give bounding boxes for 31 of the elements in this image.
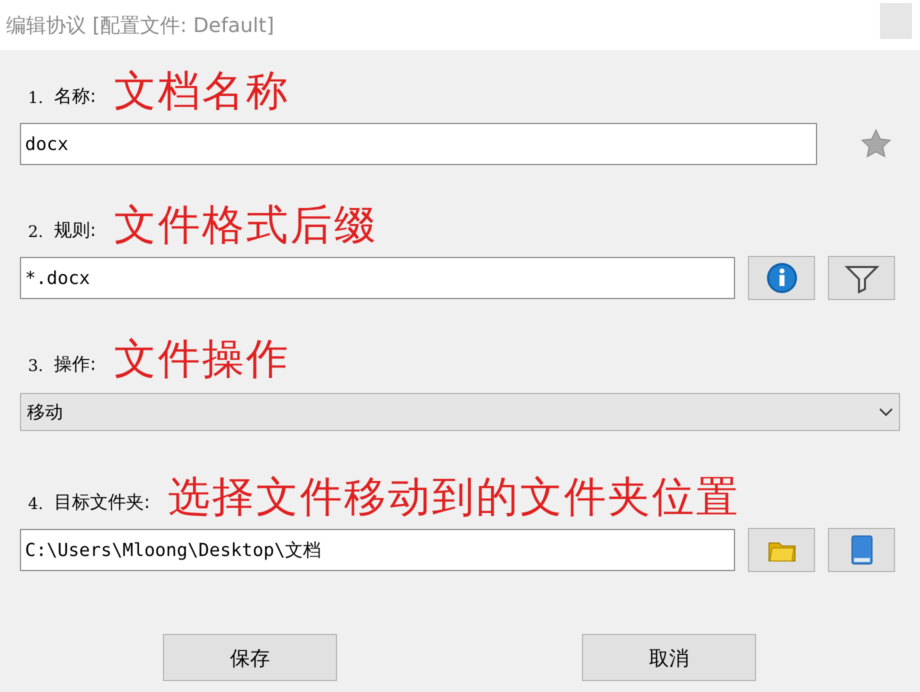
section-number: 3.: [28, 355, 44, 377]
chevron-icon: [879, 408, 893, 416]
input-field[interactable]: *.docx: [20, 257, 735, 299]
book-icon: [848, 534, 874, 566]
filter-button[interactable]: [828, 256, 895, 300]
field-value: docx: [25, 132, 68, 156]
info-button[interactable]: [748, 256, 815, 300]
field-label: 目标文件夹:: [54, 491, 150, 515]
window-title: 编辑协议 [配置文件: Default]: [6, 12, 274, 39]
field-value: *.docx: [25, 266, 90, 290]
section-number: 2.: [28, 221, 44, 243]
dropdown[interactable]: 移动: [20, 393, 900, 431]
field-label: 规则:: [54, 219, 96, 243]
annotation: 选择文件移动到的文件夹位置: [168, 472, 740, 522]
field-label: 名称:: [54, 85, 96, 109]
annotation: 文件格式后缀: [114, 200, 378, 250]
field-label: 操作:: [54, 353, 96, 377]
input-field[interactable]: docx: [20, 123, 817, 165]
annotation: 文档名称: [114, 66, 290, 116]
annotation: 文件操作: [114, 334, 290, 384]
folder-button[interactable]: [748, 528, 815, 572]
dropdown-value: 移动: [27, 400, 63, 424]
info-icon: [766, 262, 798, 294]
book-button[interactable]: [828, 528, 895, 572]
dialog-button[interactable]: 保存: [163, 634, 337, 681]
dialog-button[interactable]: 取消: [582, 634, 756, 681]
field-value: C:\Users\Mloong\Desktop\文档: [25, 538, 322, 562]
input-field[interactable]: C:\Users\Mloong\Desktop\文档: [20, 529, 735, 571]
star-icon[interactable]: [860, 128, 892, 160]
section-number: 4.: [28, 493, 44, 515]
section-number: 1.: [28, 87, 44, 109]
